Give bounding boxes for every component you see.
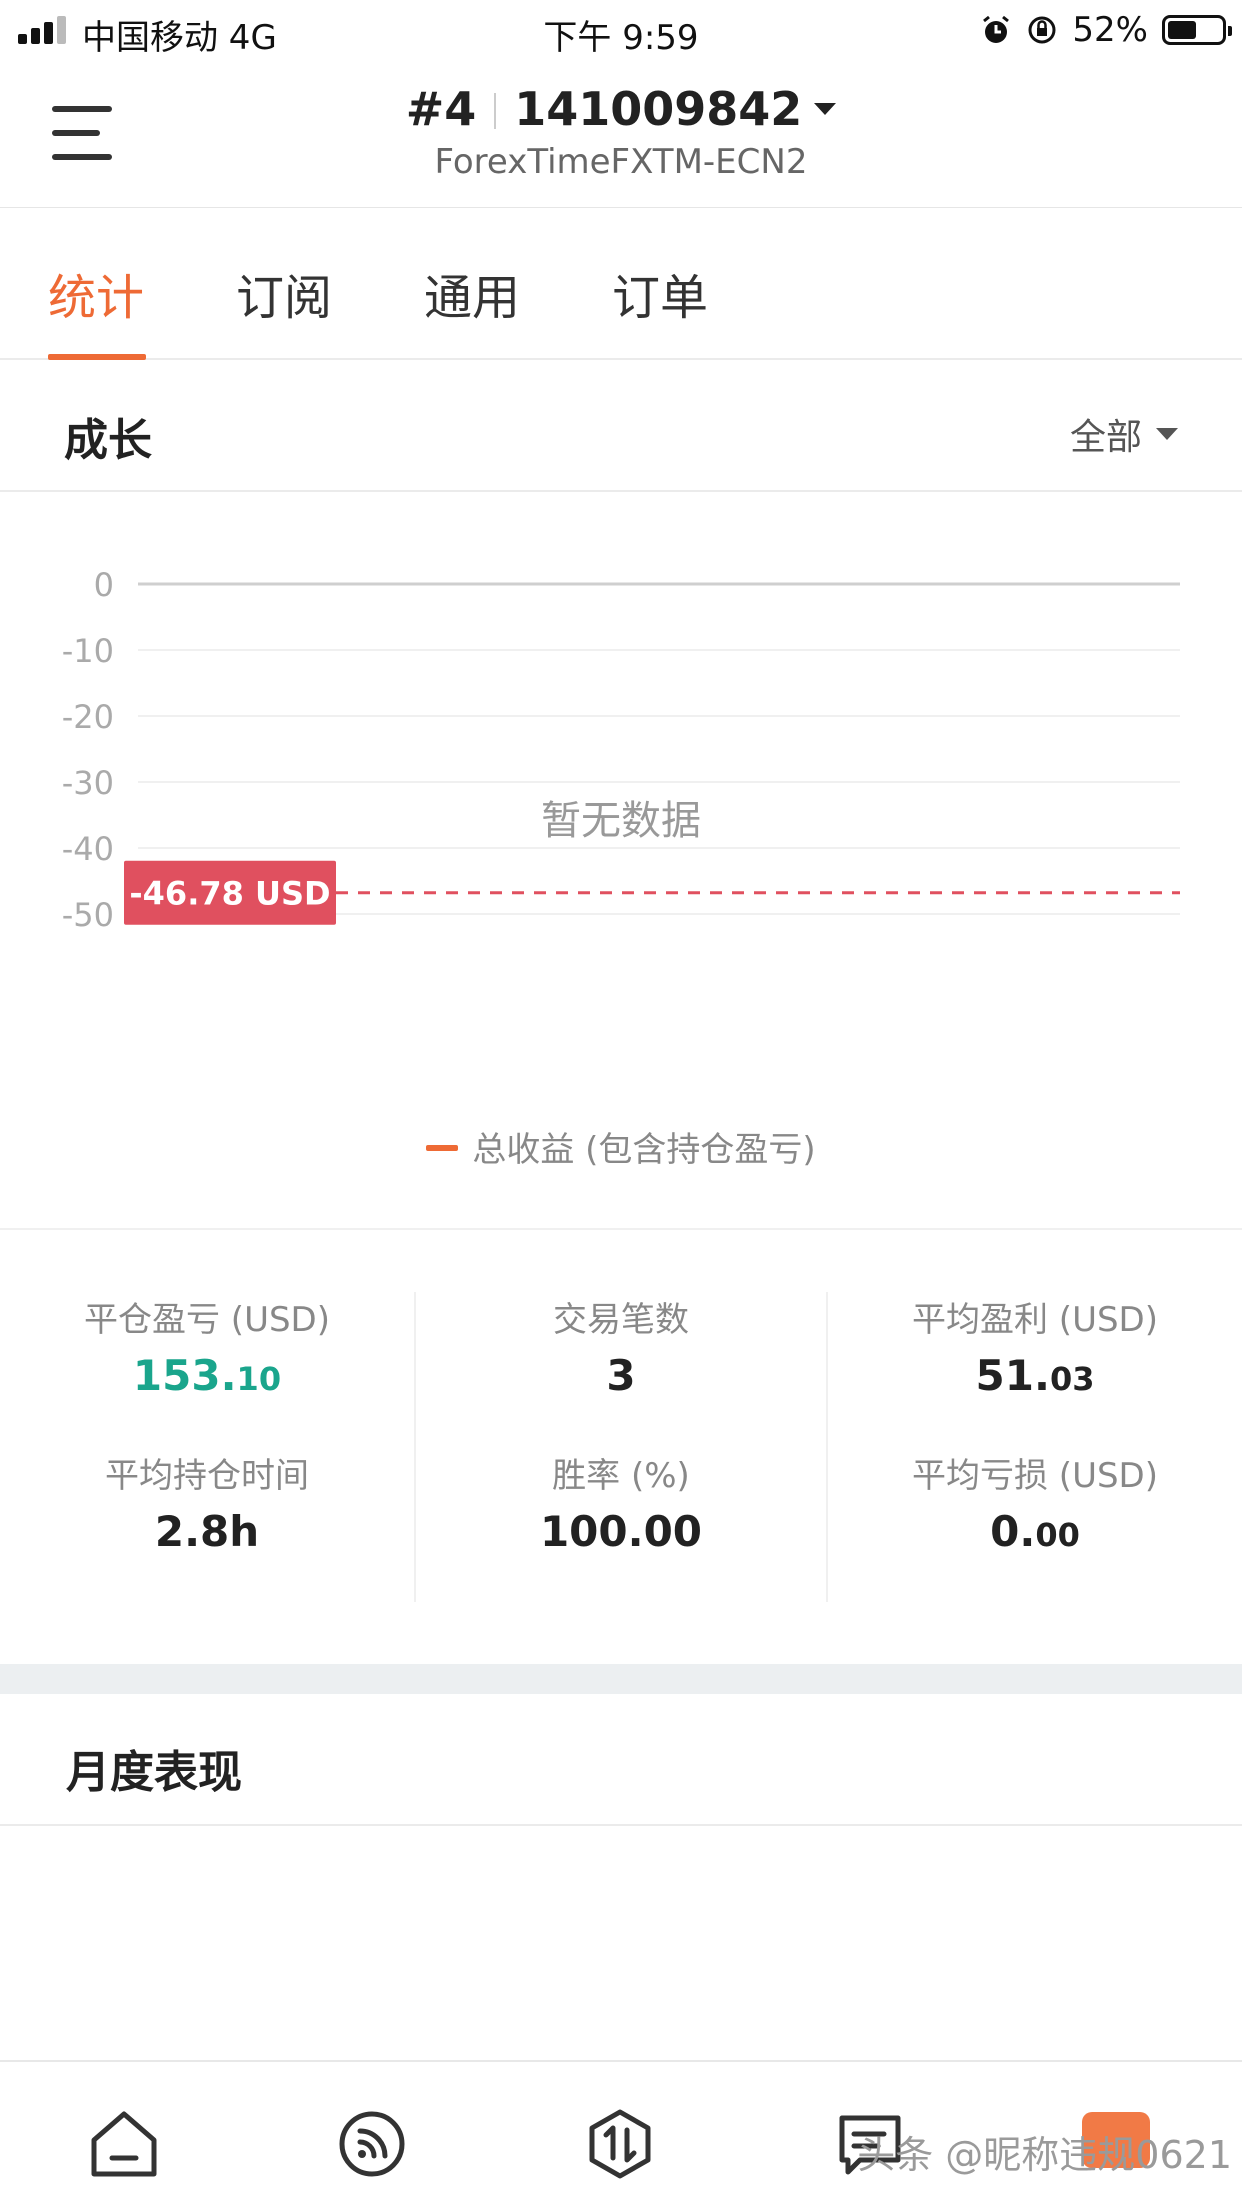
stat-label: 交易笔数 (553, 1300, 689, 1340)
stats-column-middle: 交易笔数 3 胜率 (%) 100.00 (414, 1292, 828, 1602)
stat-value-dec: 10 (236, 1360, 282, 1398)
chart-legend[interactable]: 总收益 (包含持仓盈亏) (0, 1122, 1242, 1171)
account-server: ForexTimeFXTM-ECN2 (434, 142, 808, 182)
stats-column-right: 平均盈利 (USD) 51.03 平均亏损 (USD) 0.00 (828, 1292, 1242, 1602)
stat-label: 平均盈利 (USD) (912, 1300, 1158, 1340)
legend-swatch (426, 1145, 459, 1151)
reference-label: -46.78 USD (129, 875, 330, 913)
tab-general[interactable]: 通用 (424, 258, 520, 328)
stat-value: 2.8h (154, 1507, 260, 1556)
stat-label: 胜率 (%) (552, 1456, 690, 1496)
stats-column-left: 平仓盈亏 (USD) 153.10 平均持仓时间 2.8h (0, 1292, 414, 1602)
y-tick-label: -50 (62, 896, 114, 934)
tab-stats[interactable]: 统计 (48, 258, 144, 328)
growth-chart: 0 -10 -20 -30 -40 -50 暂无数据 -46.78 USD 总收益 (包含持仓… (0, 494, 1242, 1230)
growth-title: 成长 (64, 415, 152, 466)
active-tab-indicator (48, 354, 146, 360)
period-filter[interactable]: 全部 (1070, 408, 1178, 460)
monthly-header: 月度表现 (0, 1694, 1242, 1826)
legend-label: 总收益 (包含持仓盈亏) (472, 1130, 816, 1170)
watermark-text: 头条 @昵称违规0621 (857, 2133, 1232, 2177)
stat-closed-pl: 平仓盈亏 (USD) 153.10 (0, 1292, 414, 1400)
feed-icon[interactable] (332, 2104, 412, 2184)
stat-value: 153.10 (0, 1351, 414, 1400)
section-divider (0, 1664, 1242, 1694)
orientation-lock-icon (1028, 16, 1056, 44)
stat-value-int: 0. (990, 1507, 1036, 1556)
alarm-icon (983, 15, 1010, 43)
stat-label: 平均亏损 (USD) (912, 1456, 1158, 1496)
stat-label: 平均持仓时间 (105, 1456, 309, 1496)
bottom-nav: 头条 @昵称违规0621 (0, 2060, 1242, 2208)
account-selector[interactable]: #4 141009842 (0, 82, 1242, 136)
status-bar: 中国移动 4G 下午 9:59 52% (0, 0, 1242, 60)
app-header: #4 141009842 ForexTimeFXTM-ECN2 (0, 60, 1242, 208)
growth-header: 成长 全部 (0, 362, 1242, 492)
tab-bar: 统计 订阅 通用 订单 (0, 210, 1242, 360)
battery-icon (1162, 15, 1232, 45)
chart-canvas: 0 -10 -20 -30 -40 -50 暂无数据 -46.78 USD (62, 566, 1180, 934)
stat-avg-hold: 平均持仓时间 2.8h (0, 1448, 414, 1556)
home-icon[interactable] (84, 2104, 164, 2184)
tab-orders[interactable]: 订单 (612, 258, 708, 328)
y-tick-label: -10 (62, 632, 114, 670)
empty-state-text: 暂无数据 (541, 798, 701, 844)
stat-value-dec: 03 (1049, 1360, 1095, 1398)
stat-value-dec: 00 (1035, 1516, 1080, 1554)
y-tick-label: -40 (62, 830, 114, 868)
stat-trades: 交易笔数 3 (416, 1292, 826, 1400)
stat-value: 51.03 (828, 1351, 1242, 1400)
monthly-title: 月度表现 (66, 1747, 242, 1798)
stat-win-rate: 胜率 (%) 100.00 (416, 1448, 826, 1556)
trade-icon[interactable] (580, 2104, 660, 2184)
stat-value: 3 (606, 1351, 636, 1400)
account-number: 141009842 (514, 82, 803, 136)
y-tick-label: 0 (94, 566, 114, 604)
stat-value: 100.00 (539, 1507, 703, 1556)
stats-panel: 平仓盈亏 (USD) 153.10 平均持仓时间 2.8h 交易笔数 3 胜率 … (0, 1232, 1242, 1664)
period-filter-label: 全部 (1069, 417, 1142, 458)
y-tick-label: -30 (62, 764, 114, 802)
stat-avg-profit: 平均盈利 (USD) 51.03 (828, 1292, 1242, 1400)
stat-value-int: 153. (132, 1351, 237, 1400)
stat-avg-loss: 平均亏损 (USD) 0.00 (828, 1448, 1242, 1556)
chevron-down-icon (814, 103, 837, 115)
stat-value: 0.00 (828, 1507, 1242, 1556)
account-index: #4 (405, 82, 477, 136)
stat-label: 平仓盈亏 (USD) (84, 1300, 330, 1340)
battery-percent: 52% (1072, 10, 1148, 50)
chevron-down-icon (1156, 428, 1178, 440)
stat-value-int: 51. (975, 1351, 1050, 1400)
y-tick-label: -20 (62, 698, 114, 736)
tab-subscribe[interactable]: 订阅 (236, 258, 332, 328)
title-separator (494, 93, 497, 129)
